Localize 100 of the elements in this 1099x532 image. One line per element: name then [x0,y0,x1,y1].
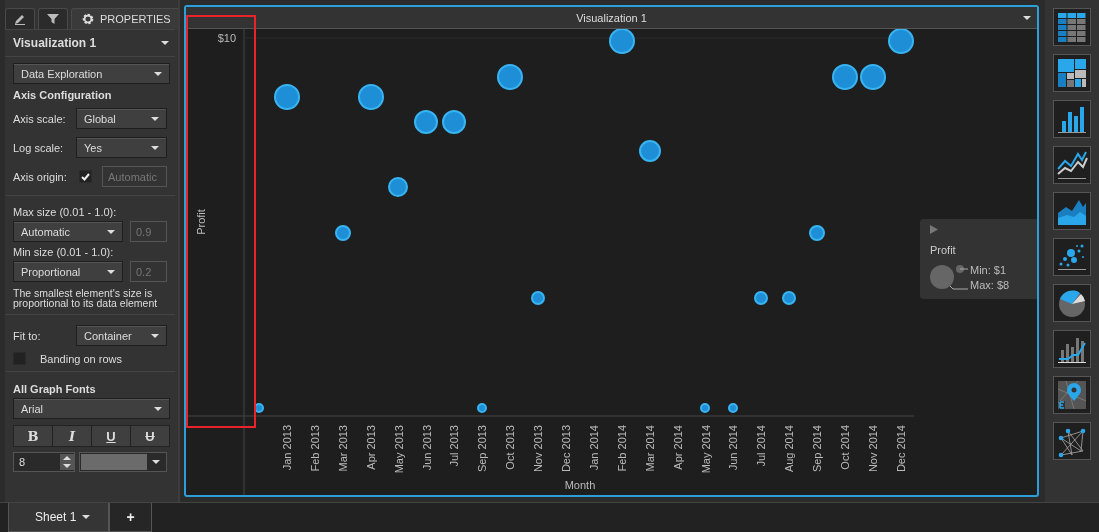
input-field[interactable]: 0.9 [130,221,167,242]
combo-chart-button[interactable] [1053,330,1091,368]
table-chart-button[interactable] [1053,8,1091,46]
data-bubble [442,110,466,134]
axis-tick-label: May 2013 [392,425,405,474]
italic-button[interactable]: I [53,426,92,446]
caret-icon [107,229,115,234]
dropdown[interactable]: Yes [76,137,167,158]
checkbox[interactable] [78,170,92,183]
dropdown[interactable]: Data Exploration [13,63,170,84]
field-label: Min size (0.01 - 1.0): [13,246,115,258]
dropdown[interactable]: Global [76,108,167,129]
axis-tick-label: Oct 2013 [504,425,517,470]
dropdown[interactable]: Proportional [13,261,123,282]
data-bubble [782,291,796,305]
axis-tick-label: May 2014 [699,425,712,474]
field-label: Axis origin: [13,170,67,183]
caret-icon [151,333,159,338]
checkbox-label: Banding on rows [40,352,122,365]
scatter-chart-button[interactable] [1053,238,1091,276]
legend-title: Profit [930,244,957,256]
color-swatch [80,454,147,470]
axis-tick-label: Jan 2014 [587,425,600,471]
axis-tick-label: Apr 2014 [671,425,684,470]
data-bubble [832,64,858,90]
axis-tick-label: Dec 2014 [894,425,907,473]
dropdown[interactable]: Arial [13,398,170,419]
axis-tick-label: Oct 2014 [839,425,851,470]
dropdown[interactable]: Automatic [13,221,123,242]
map-chart-button[interactable] [1053,376,1091,414]
tab[interactable] [38,8,68,29]
axis-tick-label: Apr 2013 [364,425,377,470]
play-icon [930,225,938,234]
field-label: Max size (0.01 - 1.0): [13,206,118,218]
axis-tick-label: Jun 2014 [727,425,740,471]
input-field[interactable]: 0.2 [130,261,167,282]
size-legend-icon [930,263,968,291]
data-bubble [358,84,384,110]
axis-tick-label: Aug 2014 [783,425,796,473]
font-size-field[interactable]: 8 [13,452,75,472]
underline-button[interactable]: U [92,426,131,446]
axis-tick-label: $10 [217,32,236,44]
field-label: Log scale: [13,141,64,154]
tab[interactable]: PROPERTIES [71,8,178,29]
section-heading: All Graph Fonts [13,383,97,395]
checkmark-icon [80,172,90,181]
dropdown[interactable]: Container [76,325,167,346]
bar-chart-button[interactable] [1053,100,1091,138]
panel-header[interactable]: Visualization 1 [5,30,175,57]
field-label: Fit to: [13,329,41,342]
axis-tick-label: Mar 2014 [643,425,656,472]
data-bubble [860,64,886,90]
data-bubble [700,403,710,413]
area-chart-button[interactable] [1053,192,1091,230]
legend-label: Min: $1 [970,263,1008,276]
caret-icon [82,515,91,519]
network-chart-button[interactable] [1053,422,1091,460]
axis-tick-label: Sep 2014 [811,425,824,473]
field-label: Axis scale: [13,112,66,125]
sheet-tab[interactable]: Sheet 1 [8,503,110,532]
caret-icon [154,406,162,411]
strikethrough-button[interactable]: U [131,426,169,446]
section-heading: Axis Configuration [13,89,113,101]
axis-tick-label: Nov 2014 [866,425,879,473]
legend-label: Max: $8 [970,278,1010,291]
bold-button[interactable]: B [14,426,53,446]
axis-tick-label: Dec 2013 [560,425,572,473]
axis-tick-label: Mar 2013 [336,425,349,472]
tab[interactable] [5,8,35,29]
data-bubble [531,291,545,305]
caret-icon [107,269,115,274]
data-bubble [609,29,635,54]
line-chart-button[interactable] [1053,146,1091,184]
data-bubble [414,110,438,134]
caret-icon [151,145,159,150]
data-bubble [254,403,264,413]
treemap-chart-button[interactable] [1053,54,1091,92]
data-bubble [335,225,351,241]
filter-icon [47,13,59,25]
axis-tick-label: Jun 2013 [420,425,433,471]
stepper-icon [59,454,74,470]
data-bubble [477,403,487,413]
caret-icon [1023,16,1031,20]
axis-title: Profit [195,209,207,235]
caret-icon [154,71,162,76]
pie-chart-button[interactable] [1053,284,1091,322]
axis-tick-label: Feb 2014 [615,425,628,472]
pencil-icon [14,13,26,25]
data-bubble [728,403,738,413]
data-bubble [497,64,523,90]
input-field[interactable]: Automatic [102,166,167,187]
axis-tick-label: Feb 2013 [308,425,321,472]
axis-tick-label: Jul 2013 [448,425,461,467]
data-bubble [388,177,408,197]
gear-icon [82,13,94,25]
help-text: The smallest element's size is proportional to its data element [13,288,159,308]
axis-title: Month [564,479,596,491]
add-sheet-tab[interactable]: + [109,503,152,532]
data-bubble [754,291,768,305]
color-picker[interactable] [78,452,167,472]
